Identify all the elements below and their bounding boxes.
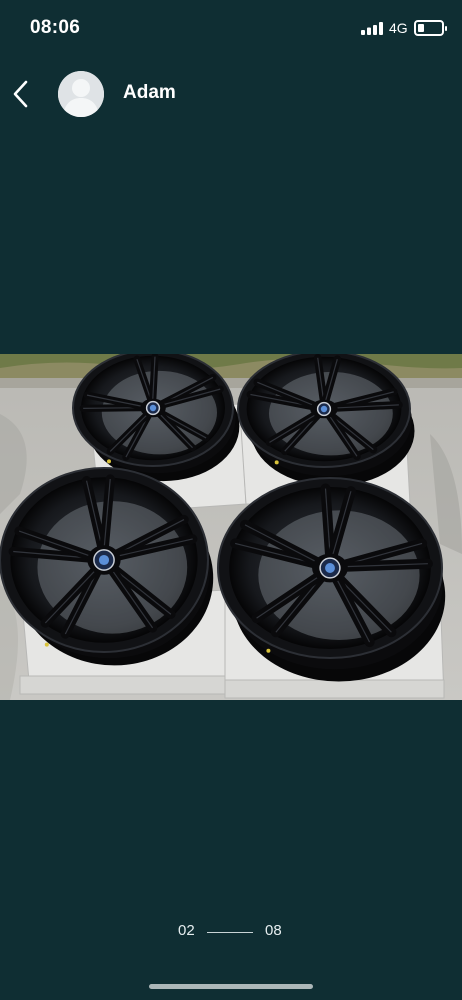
status-time: 08:06 [30,17,81,38]
home-indicator [149,984,313,989]
chevron-left-icon [13,80,28,108]
user-name[interactable]: Adam [123,82,176,104]
status-bar: 08:06 4G [0,0,462,56]
battery-level-fill [418,24,424,32]
battery-icon [414,20,447,36]
default-avatar-icon [58,71,104,117]
pager-divider [207,932,253,933]
cellular-signal-icon [361,22,383,35]
listing-photo[interactable] [0,354,462,700]
photo-pager: 02 08 [0,922,462,944]
back-button[interactable] [8,78,34,110]
avatar[interactable] [58,71,104,117]
network-type-label: 4G [389,20,408,36]
pager-total: 08 [265,922,282,939]
pager-current: 02 [178,922,195,939]
